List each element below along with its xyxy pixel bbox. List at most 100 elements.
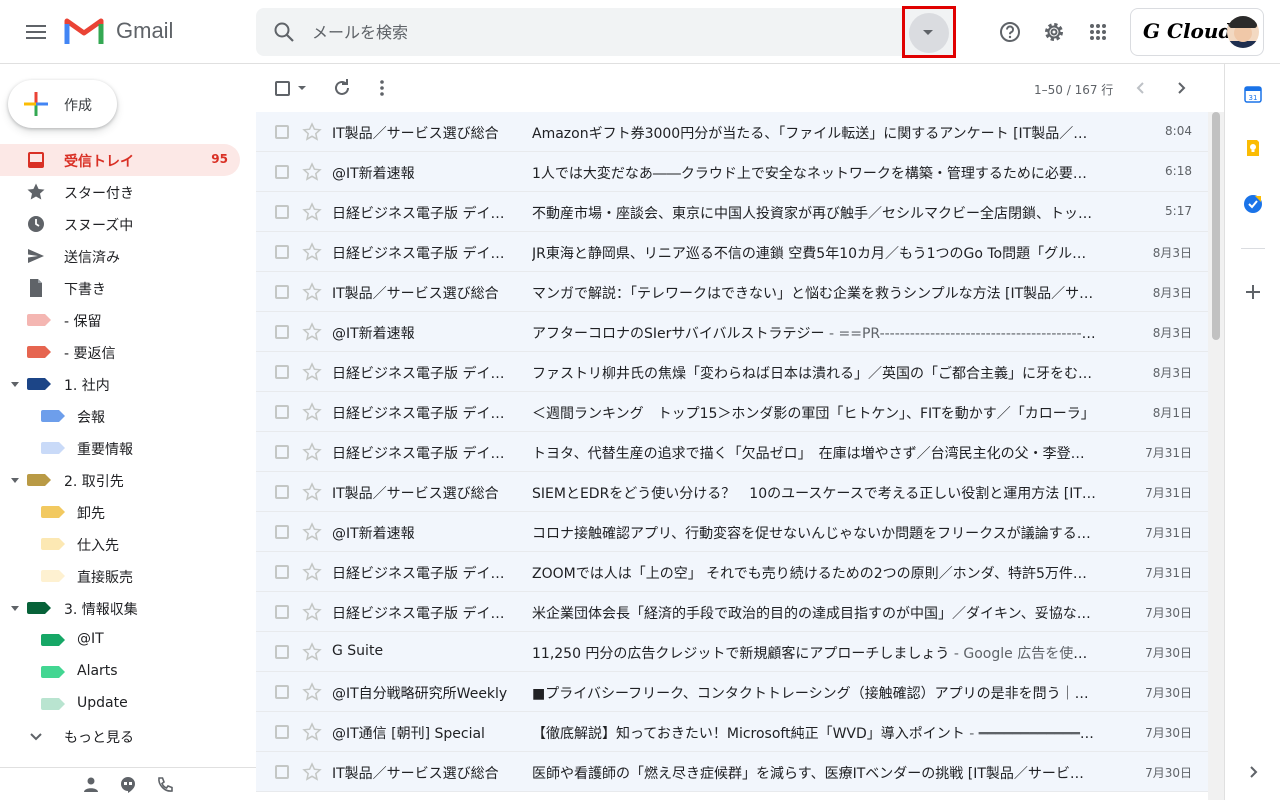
search-options-button[interactable]: [902, 6, 956, 58]
sidebar-label-newsletter[interactable]: 会報: [0, 400, 240, 432]
email-list-scrollbar[interactable]: [1208, 112, 1224, 800]
email-select-checkbox[interactable]: [275, 325, 289, 339]
email-select-checkbox[interactable]: [275, 645, 289, 659]
email-row[interactable]: IT製品／サービス選び総合 医師や看護師の「燃え尽き症候群」を減らす、医療ITベン…: [256, 752, 1208, 792]
email-select-checkbox[interactable]: [275, 365, 289, 379]
search-input[interactable]: [312, 20, 872, 44]
apps-grid-icon[interactable]: [1082, 16, 1114, 48]
email-select-checkbox[interactable]: [275, 405, 289, 419]
sidebar-item-sent[interactable]: 送信済み: [0, 240, 240, 272]
email-select-checkbox[interactable]: [275, 165, 289, 179]
help-icon[interactable]: [994, 16, 1026, 48]
email-select-checkbox[interactable]: [275, 485, 289, 499]
keep-notes-icon[interactable]: [1243, 138, 1263, 158]
star-toggle-icon[interactable]: [302, 402, 322, 422]
star-toggle-icon[interactable]: [302, 322, 322, 342]
star-toggle-icon[interactable]: [302, 242, 322, 262]
email-row[interactable]: 日経ビジネス電子版 デイリー トヨタ、代替生産の追求で描く「欠品ゼロ」 在庫は増や…: [256, 432, 1208, 472]
sidebar-item-snoozed[interactable]: スヌーズ中: [0, 208, 240, 240]
sidebar-label-wholesale[interactable]: 卸先: [0, 496, 240, 528]
star-toggle-icon[interactable]: [302, 722, 322, 742]
sidebar-label-alarts[interactable]: Alarts: [0, 656, 240, 688]
sidebar-label-info-gathering[interactable]: 3. 情報収集: [0, 592, 240, 624]
sidebar-label-reply-needed[interactable]: - 要返信: [0, 336, 240, 368]
email-select-checkbox[interactable]: [275, 125, 289, 139]
sidebar-label-atit[interactable]: @IT: [0, 624, 240, 656]
email-row[interactable]: 日経ビジネス電子版 デイリー ZOOMでは人は「上の空」 それでも売り続けるための…: [256, 552, 1208, 592]
star-toggle-icon[interactable]: [302, 122, 322, 142]
sidebar-label-update[interactable]: Update: [0, 688, 240, 720]
account-button[interactable]: G Cloud: [1130, 8, 1264, 56]
email-row[interactable]: 日経ビジネス電子版 デイリー 米企業団体会長「経済的手段で政治的目的の達成目指すの…: [256, 592, 1208, 632]
email-select-checkbox[interactable]: [275, 205, 289, 219]
email-row[interactable]: @IT新着速報 アフターコロナのSIerサバイバルストラテジー - ==PR---…: [256, 312, 1208, 352]
star-toggle-icon[interactable]: [302, 162, 322, 182]
email-select-checkbox[interactable]: [275, 525, 289, 539]
sidebar-label-direct-sales[interactable]: 直接販売: [0, 560, 240, 592]
star-toggle-icon[interactable]: [302, 282, 322, 302]
email-select-checkbox[interactable]: [275, 765, 289, 779]
email-row[interactable]: @IT通信 [朝刊] Special 【徹底解説】知っておきたい！Microsof…: [256, 712, 1208, 752]
chevron-left-icon[interactable]: [1129, 76, 1153, 100]
person-icon[interactable]: [82, 776, 100, 794]
star-toggle-icon[interactable]: [302, 522, 322, 542]
email-select-checkbox[interactable]: [275, 445, 289, 459]
email-select-checkbox[interactable]: [275, 245, 289, 259]
sidebar-item-inbox[interactable]: 受信トレイ 95: [0, 144, 240, 176]
refresh-icon[interactable]: [330, 76, 354, 100]
more-vert-icon[interactable]: [370, 76, 394, 100]
sidebar-item-starred[interactable]: スター付き: [0, 176, 240, 208]
email-row[interactable]: IT製品／サービス選び総合 マンガで解説：「テレワークはできない」と悩む企業を救う…: [256, 272, 1208, 312]
hangouts-chat-icon[interactable]: [119, 776, 137, 794]
email-select-checkbox[interactable]: [275, 565, 289, 579]
gmail-logo-icon[interactable]: [64, 16, 104, 46]
email-row[interactable]: @IT新着速報 コロナ接触確認アプリ、行動変容を促せないんじゃないか問題をフリーク…: [256, 512, 1208, 552]
email-select-checkbox[interactable]: [275, 725, 289, 739]
star-toggle-icon[interactable]: [302, 562, 322, 582]
star-toggle-icon[interactable]: [302, 602, 322, 622]
email-row[interactable]: @IT新着速報 1人では大変だなあ――クラウド上で安全なネットワークを構築・管理す…: [256, 152, 1208, 192]
calendar-icon[interactable]: 31: [1243, 84, 1263, 104]
compose-button[interactable]: 作成: [8, 80, 117, 128]
star-toggle-icon[interactable]: [302, 642, 322, 662]
star-toggle-icon[interactable]: [302, 762, 322, 782]
add-addon-icon[interactable]: [1243, 282, 1263, 302]
email-row[interactable]: 日経ビジネス電子版 デイリー ファストリ柳井氏の焦燥「変わらねば日本は潰れる」／英…: [256, 352, 1208, 392]
email-row[interactable]: 日経ビジネス電子版 デイリー 不動産市場・座談会、東京に中国人投資家が再び触手／セ…: [256, 192, 1208, 232]
tasks-icon[interactable]: [1243, 194, 1263, 214]
star-toggle-icon[interactable]: [302, 682, 322, 702]
sidebar-label-hold[interactable]: - 保留: [0, 304, 240, 336]
select-all-checkbox[interactable]: [275, 81, 290, 96]
expand-caret-icon[interactable]: [11, 478, 19, 483]
email-row[interactable]: G Suite 11,250 円分の広告クレジットで新規顧客にアプローチしましょう…: [256, 632, 1208, 672]
sidebar-item-drafts[interactable]: 下書き: [0, 272, 240, 304]
star-toggle-icon[interactable]: [302, 362, 322, 382]
expand-caret-icon[interactable]: [11, 382, 19, 387]
expand-caret-icon[interactable]: [11, 606, 19, 611]
settings-gear-icon[interactable]: [1038, 16, 1070, 48]
phone-icon[interactable]: [156, 776, 174, 794]
email-row[interactable]: IT製品／サービス選び総合 Amazonギフト券3000円分が当たる、「ファイル転…: [256, 112, 1208, 152]
expand-panel-chevron-icon[interactable]: [1243, 762, 1263, 782]
sidebar-label-important-info[interactable]: 重要情報: [0, 432, 240, 464]
star-toggle-icon[interactable]: [302, 442, 322, 462]
email-select-checkbox[interactable]: [275, 685, 289, 699]
email-row[interactable]: @IT自分戦略研究所Weekly ■プライバシーフリーク、コンタクトトレーシング（…: [256, 672, 1208, 712]
search-bar[interactable]: [256, 6, 956, 58]
sidebar-label-partners[interactable]: 2. 取引先: [0, 464, 240, 496]
star-toggle-icon[interactable]: [302, 482, 322, 502]
email-row[interactable]: 日経ビジネス電子版 デイリー ＜週間ランキング トップ15＞ホンダ影の軍団「ヒトケ…: [256, 392, 1208, 432]
main-menu-button[interactable]: [20, 16, 52, 48]
sidebar-label-suppliers[interactable]: 仕入先: [0, 528, 240, 560]
email-row[interactable]: IT製品／サービス選び総合 SIEMとEDRをどう使い分ける？ 10のユースケース…: [256, 472, 1208, 512]
search-icon[interactable]: [272, 20, 296, 44]
email-select-checkbox[interactable]: [275, 605, 289, 619]
sidebar-more[interactable]: もっと見る: [0, 720, 240, 752]
sidebar-label-internal[interactable]: 1. 社内: [0, 368, 240, 400]
email-row[interactable]: 日経ビジネス電子版 デイリー JR東海と静岡県、リニア巡る不信の連鎖 空費5年10…: [256, 232, 1208, 272]
star-toggle-icon[interactable]: [302, 202, 322, 222]
scrollbar-thumb[interactable]: [1212, 112, 1220, 340]
chevron-right-icon[interactable]: [1169, 76, 1193, 100]
select-options-caret-icon[interactable]: [298, 86, 306, 90]
email-select-checkbox[interactable]: [275, 285, 289, 299]
